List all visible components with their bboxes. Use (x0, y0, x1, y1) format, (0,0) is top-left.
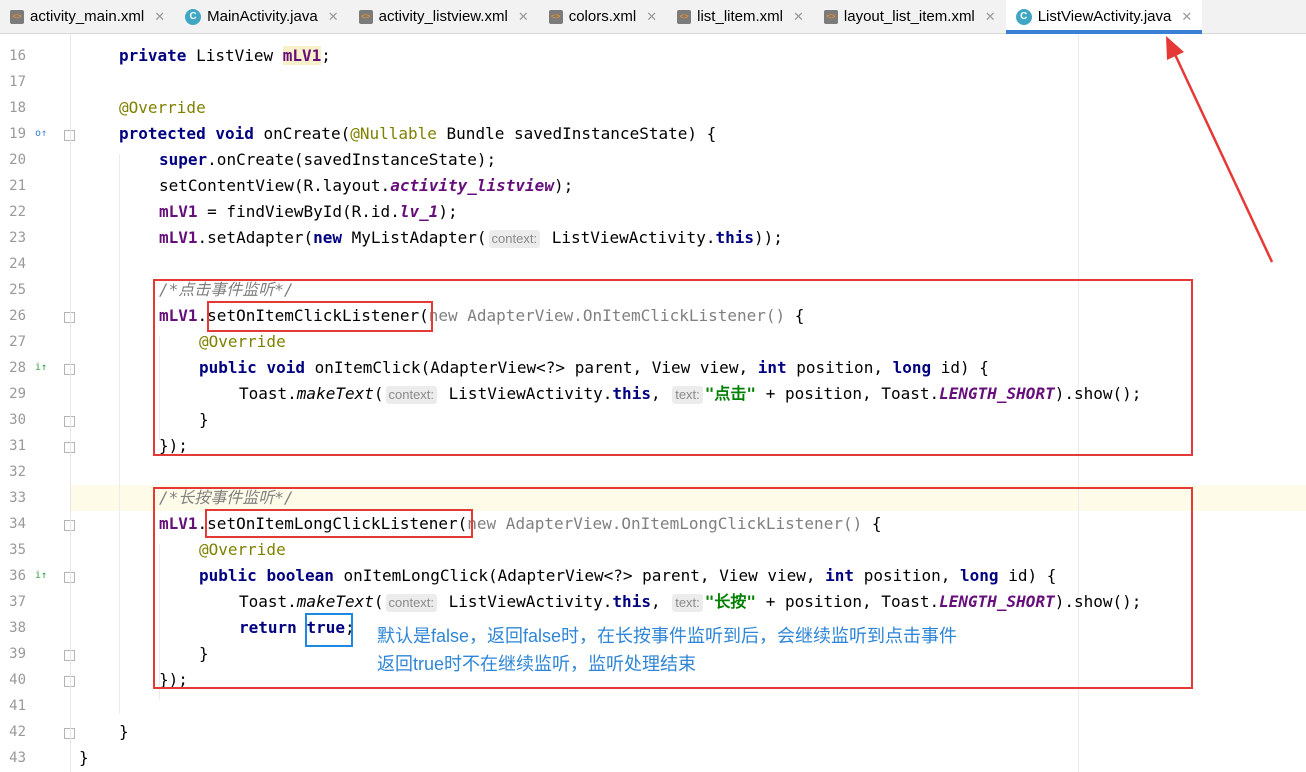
arrow-shaft (1170, 47, 1274, 263)
annotation-arrow (1166, 36, 1274, 263)
